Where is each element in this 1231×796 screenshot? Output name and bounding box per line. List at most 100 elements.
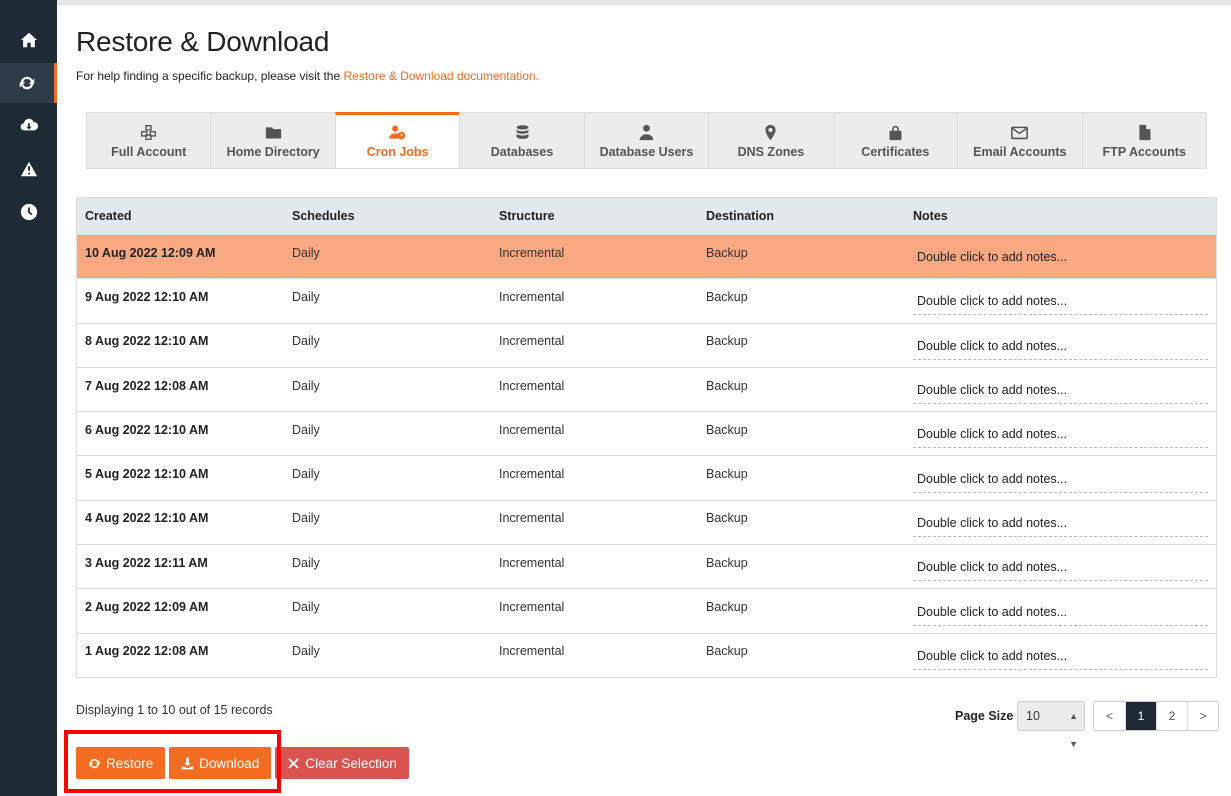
notes-field[interactable]: Double click to add notes... [913,381,1208,405]
table-header: Created Schedules Structure Destination … [77,198,1216,234]
tab-label: Email Accounts [973,145,1067,159]
cell-destination: Backup [706,245,748,260]
cell-schedule: Daily [292,555,320,570]
column-header-schedules[interactable]: Schedules [284,209,491,223]
tab-label: Databases [490,145,554,159]
database-icon [516,124,528,139]
prev-page-button[interactable]: < [1094,702,1125,730]
tab-label: Cron Jobs [366,145,429,159]
sidebar-item-restore[interactable] [0,63,57,103]
tab-email-accounts[interactable]: Email Accounts [957,112,1082,169]
table-body: 10 Aug 2022 12:09 AM Daily Incremental B… [77,234,1216,677]
pagination: < 1 2 > [1093,701,1219,731]
cell-destination: Backup [706,555,748,570]
page-title: Restore & Download [76,26,330,57]
table-row[interactable]: 5 Aug 2022 12:10 AM Daily Incremental Ba… [77,455,1216,500]
cell-created: 8 Aug 2022 12:10 AM [85,334,209,349]
user-tie-icon [639,124,654,140]
help-prefix: For help finding a specific backup, plea… [76,69,344,83]
notes-field[interactable]: Double click to add notes... [913,292,1208,316]
page-1-button[interactable]: 1 [1125,702,1156,730]
tab-database-users[interactable]: Database Users [583,112,709,169]
cell-schedule: Daily [292,644,320,659]
records-count: Displaying 1 to 10 out of 15 records [76,703,273,717]
cell-destination: Backup [706,467,748,482]
help-text: For help finding a specific backup, plea… [76,69,539,83]
clear-selection-button[interactable]: Clear Selection [275,747,409,779]
tab-label: Database Users [599,145,694,159]
tab-databases[interactable]: Databases [459,112,584,169]
cell-destination: Backup [706,289,748,304]
table-row[interactable]: 1 Aug 2022 12:08 AM Daily Incremental Ba… [77,632,1216,677]
sidebar-item-history[interactable] [0,192,57,232]
backups-table: Created Schedules Structure Destination … [76,197,1217,678]
tab-label: Home Directory [226,145,320,159]
backup-type-tabs: Full Account Home Directory Cron Jobs Da… [86,112,1207,169]
cubes-icon [141,124,157,140]
tab-full-account[interactable]: Full Account [86,112,211,169]
column-header-destination[interactable]: Destination [698,209,905,223]
cell-created: 10 Aug 2022 12:09 AM [85,245,216,260]
tab-label: FTP Accounts [1102,145,1186,159]
highlight-box [64,730,281,793]
page-size-select[interactable]: 10 ▲ ▼ [1017,701,1085,749]
sidebar-item-download[interactable] [0,105,57,145]
notes-field[interactable]: Double click to add notes... [913,647,1208,670]
tab-label: Certificates [861,145,930,159]
tab-dns-zones[interactable]: DNS Zones [708,112,833,169]
tab-cron-jobs[interactable]: Cron Jobs [334,112,460,169]
notes-field[interactable]: Double click to add notes... [913,337,1208,360]
page-2-button[interactable]: 2 [1156,702,1187,730]
cell-schedule: Daily [292,289,320,304]
cell-created: 3 Aug 2022 12:11 AM [85,555,208,570]
sync-icon [19,76,35,90]
cell-schedule: Daily [292,245,320,260]
notes-field[interactable]: Double click to add notes... [913,603,1208,626]
table-row[interactable]: 4 Aug 2022 12:10 AM Daily Incremental Ba… [77,499,1216,545]
cell-created: 9 Aug 2022 12:10 AM [85,289,209,304]
cell-schedule: Daily [292,334,320,349]
notes-field[interactable]: Double click to add notes... [913,514,1208,537]
notes-field[interactable]: Double click to add notes... [913,425,1208,449]
table-row[interactable]: 3 Aug 2022 12:11 AM Daily Incremental Ba… [77,544,1216,589]
cell-created: 2 Aug 2022 12:09 AM [85,600,209,615]
cell-destination: Backup [706,334,748,349]
close-icon [288,757,300,769]
table-row[interactable]: 10 Aug 2022 12:09 AM Daily Incremental B… [77,234,1216,279]
cell-destination: Backup [706,378,748,393]
next-page-button[interactable]: > [1187,702,1218,730]
notes-field[interactable]: Double click to add notes... [913,470,1208,493]
sidebar-item-home[interactable] [0,20,57,60]
cloud-download-icon [20,118,38,131]
column-header-notes: Notes [913,209,948,223]
sidebar-item-alerts[interactable] [0,149,57,189]
table-row[interactable]: 7 Aug 2022 12:08 AM Daily Incremental Ba… [77,366,1216,412]
tab-ftp-accounts[interactable]: FTP Accounts [1081,112,1207,169]
cell-schedule: Daily [292,600,320,615]
column-header-created[interactable]: Created [77,209,284,223]
table-row[interactable]: 8 Aug 2022 12:10 AM Daily Incremental Ba… [77,322,1216,367]
notes-field[interactable]: Double click to add notes... [913,558,1208,582]
table-row[interactable]: 9 Aug 2022 12:10 AM Daily Incremental Ba… [77,278,1216,323]
notes-field[interactable]: Double click to add notes... [913,248,1208,272]
documentation-link[interactable]: Restore & Download documentation. [343,69,538,83]
tab-label: DNS Zones [737,145,805,159]
lock-icon [889,125,902,140]
warning-icon [20,161,37,177]
clear-selection-label: Clear Selection [305,755,397,771]
cell-structure: Incremental [499,555,565,570]
tab-home-directory[interactable]: Home Directory [210,112,335,169]
cell-schedule: Daily [292,467,320,482]
table-row[interactable]: 6 Aug 2022 12:10 AM Daily Incremental Ba… [77,411,1216,456]
cell-structure: Incremental [499,245,565,260]
tab-certificates[interactable]: Certificates [832,112,958,169]
cell-structure: Incremental [499,600,565,615]
cell-created: 4 Aug 2022 12:10 AM [85,511,209,526]
cell-created: 1 Aug 2022 12:08 AM [85,644,209,659]
table-row[interactable]: 2 Aug 2022 12:09 AM Daily Incremental Ba… [77,588,1216,633]
map-marker-icon [765,124,777,140]
cell-structure: Incremental [499,422,565,437]
column-header-structure[interactable]: Structure [491,209,698,223]
file-icon [1139,124,1151,140]
clock-icon [20,203,37,221]
